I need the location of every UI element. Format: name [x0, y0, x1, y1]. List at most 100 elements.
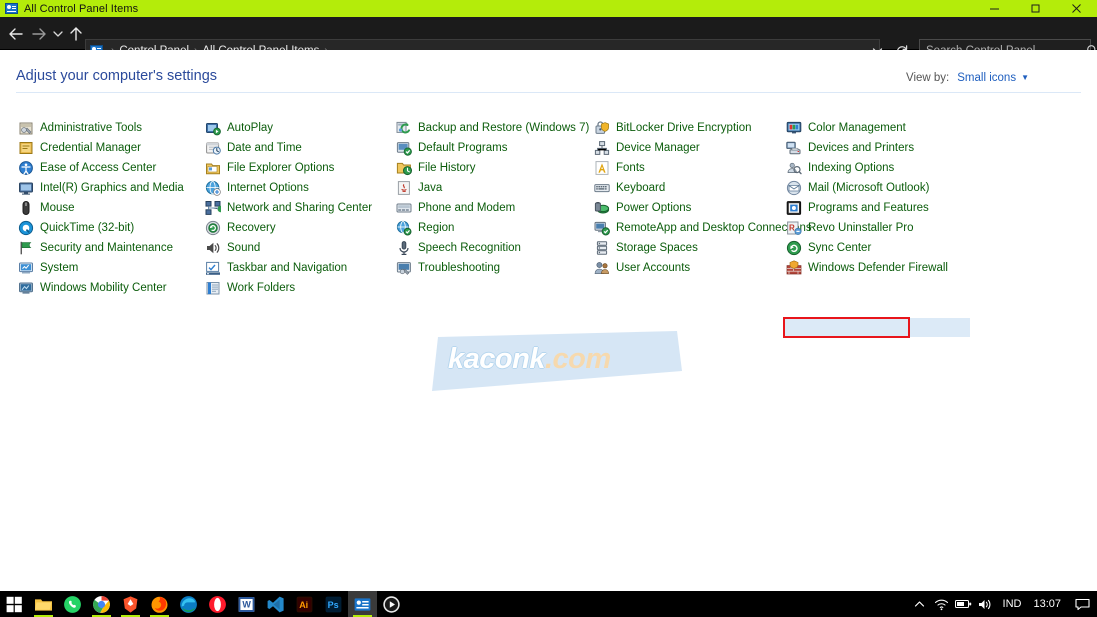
- watermark-text: kaconk.com: [448, 345, 611, 374]
- close-button[interactable]: [1056, 0, 1097, 17]
- control-panel-item-label: RemoteApp and Desktop Connections: [616, 222, 812, 234]
- taskbar-control-panel[interactable]: [348, 591, 377, 617]
- taskbar-start-button[interactable]: [0, 591, 29, 617]
- notifications-icon[interactable]: [1067, 591, 1097, 617]
- control-panel-item-security-and-maintenance[interactable]: Security and Maintenance: [18, 238, 184, 258]
- content-area: Adjust your computer's settings View by:…: [0, 50, 1097, 591]
- volume-icon[interactable]: [975, 591, 997, 617]
- control-panel-item-programs-and-features[interactable]: Programs and Features: [786, 198, 948, 218]
- control-panel-item-network-and-sharing-center[interactable]: Network and Sharing Center: [205, 198, 372, 218]
- control-panel-item-bitlocker-drive-encryption[interactable]: BitLocker Drive Encryption: [594, 118, 812, 138]
- control-panel-item-troubleshooting[interactable]: Troubleshooting: [396, 258, 589, 278]
- control-panel-item-phone-and-modem[interactable]: Phone and Modem: [396, 198, 589, 218]
- taskbar-mozilla-firefox[interactable]: [145, 591, 174, 617]
- taskbar-brave-browser[interactable]: [116, 591, 145, 617]
- control-panel-item-storage-spaces[interactable]: Storage Spaces: [594, 238, 812, 258]
- control-panel-item-ease-of-access-center[interactable]: Ease of Access Center: [18, 158, 184, 178]
- control-panel-item-default-programs[interactable]: Default Programs: [396, 138, 589, 158]
- items-column-2: AutoPlay Date and Time File Explorer Optio…: [205, 118, 372, 298]
- control-panel-item-label: Network and Sharing Center: [227, 202, 373, 214]
- control-panel-item-administrative-tools[interactable]: Administrative Tools: [18, 118, 184, 138]
- control-panel-item-mail-microsoft-outlook[interactable]: Mail (Microsoft Outlook): [786, 178, 948, 198]
- minimize-button[interactable]: [974, 0, 1015, 17]
- taskbar-microsoft-word[interactable]: W: [232, 591, 261, 617]
- back-button[interactable]: [6, 24, 26, 44]
- control-panel-item-power-options[interactable]: Power Options: [594, 198, 812, 218]
- view-by-value[interactable]: Small icons: [957, 72, 1016, 84]
- maximize-button[interactable]: [1015, 0, 1056, 17]
- control-panel-item-label: Administrative Tools: [40, 122, 143, 134]
- control-panel-item-label: Devices and Printers: [808, 142, 915, 154]
- control-panel-item-indexing-options[interactable]: Indexing Options: [786, 158, 948, 178]
- indexing-options-icon: [786, 160, 802, 176]
- control-panel-item-credential-manager[interactable]: Credential Manager: [18, 138, 184, 158]
- taskbar-whatsapp[interactable]: [58, 591, 87, 617]
- forward-button[interactable]: [29, 24, 49, 44]
- language-indicator[interactable]: IND: [997, 598, 1028, 610]
- control-panel-item-keyboard[interactable]: Keyboard: [594, 178, 812, 198]
- control-panel-item-internet-options[interactable]: Internet Options: [205, 178, 372, 198]
- control-panel-item-quicktime-32-bit[interactable]: QuickTime (32-bit): [18, 218, 184, 238]
- control-panel-item-date-and-time[interactable]: Date and Time: [205, 138, 372, 158]
- page-title: Adjust your computer's settings: [16, 68, 218, 84]
- control-panel-item-speech-recognition[interactable]: Speech Recognition: [396, 238, 589, 258]
- control-panel-item-label: Keyboard: [616, 182, 666, 194]
- control-panel-item-taskbar-and-navigation[interactable]: Taskbar and Navigation: [205, 258, 372, 278]
- control-panel-item-revo-uninstaller-pro[interactable]: R Revo Uninstaller Pro: [786, 218, 948, 238]
- control-panel-item-remoteapp-and-desktop-connections[interactable]: RemoteApp and Desktop Connections: [594, 218, 812, 238]
- view-by-control[interactable]: View by: Small icons ▼: [906, 72, 1029, 84]
- control-panel-item-color-management[interactable]: Color Management: [786, 118, 948, 138]
- credential-manager-icon: [18, 140, 34, 156]
- battery-icon[interactable]: [953, 591, 975, 617]
- control-panel-item-sound[interactable]: Sound: [205, 238, 372, 258]
- clock[interactable]: 13:07: [1027, 598, 1067, 610]
- taskbar-adobe-illustrator[interactable]: Ai: [290, 591, 319, 617]
- control-panel-item-java[interactable]: Java: [396, 178, 589, 198]
- taskbar-file-explorer[interactable]: [29, 591, 58, 617]
- taskbar-microsoft-edge[interactable]: [174, 591, 203, 617]
- control-panel-item-sync-center[interactable]: Sync Center: [786, 238, 948, 258]
- show-hidden-icons-chevron-up-icon[interactable]: [909, 591, 931, 617]
- fonts-icon: [594, 160, 610, 176]
- taskbar-adobe-photoshop[interactable]: Ps: [319, 591, 348, 617]
- control-panel-item-label: File Explorer Options: [227, 162, 335, 174]
- control-panel-window: All Control Panel Items Search Control P…: [0, 0, 1097, 591]
- control-panel-item-label: Revo Uninstaller Pro: [808, 222, 914, 234]
- up-button[interactable]: [66, 24, 86, 44]
- taskbar-media-player[interactable]: [377, 591, 406, 617]
- control-panel-item-label: Sound: [227, 242, 261, 254]
- wifi-icon[interactable]: [931, 591, 953, 617]
- recent-locations-chevron-down-icon[interactable]: [50, 24, 65, 44]
- troubleshooting-icon: [396, 260, 412, 276]
- control-panel-item-intel-r-graphics-and-media[interactable]: Intel(R) Graphics and Media: [18, 178, 184, 198]
- taskbar: W Ai Ps IND 13:07: [0, 591, 1097, 617]
- control-panel-item-mouse[interactable]: Mouse: [18, 198, 184, 218]
- control-panel-item-backup-and-restore-windows-7[interactable]: Backup and Restore (Windows 7): [396, 118, 589, 138]
- control-panel-item-work-folders[interactable]: Work Folders: [205, 278, 372, 298]
- control-panel-item-file-explorer-options[interactable]: File Explorer Options: [205, 158, 372, 178]
- control-panel-item-windows-defender-firewall[interactable]: Windows Defender Firewall: [786, 258, 948, 278]
- control-panel-item-fonts[interactable]: Fonts: [594, 158, 812, 178]
- taskbar-google-chrome[interactable]: [87, 591, 116, 617]
- control-panel-item-recovery[interactable]: Recovery: [205, 218, 372, 238]
- control-panel-item-region[interactable]: Region: [396, 218, 589, 238]
- watermark-tld: .com: [544, 343, 611, 375]
- control-panel-item-autoplay[interactable]: AutoPlay: [205, 118, 372, 138]
- control-panel-item-file-history[interactable]: File History: [396, 158, 589, 178]
- control-panel-item-windows-mobility-center[interactable]: Windows Mobility Center: [18, 278, 184, 298]
- taskbar-opera-browser[interactable]: [203, 591, 232, 617]
- control-panel-item-label: Color Management: [808, 122, 906, 134]
- system-icon: [18, 260, 34, 276]
- control-panel-item-label: Power Options: [616, 202, 692, 214]
- control-panel-item-system[interactable]: System: [18, 258, 184, 278]
- security-flag-icon: [18, 240, 34, 256]
- control-panel-item-devices-and-printers[interactable]: Devices and Printers: [786, 138, 948, 158]
- control-panel-item-label: Default Programs: [418, 142, 508, 154]
- control-panel-item-label: Troubleshooting: [418, 262, 501, 274]
- control-panel-item-device-manager[interactable]: Device Manager: [594, 138, 812, 158]
- view-by-label: View by:: [906, 72, 950, 84]
- control-panel-item-user-accounts[interactable]: User Accounts: [594, 258, 812, 278]
- items-column-4: BitLocker Drive Encryption Device Manager…: [594, 118, 812, 278]
- chevron-down-icon[interactable]: ▼: [1021, 74, 1029, 82]
- taskbar-visual-studio-code[interactable]: [261, 591, 290, 617]
